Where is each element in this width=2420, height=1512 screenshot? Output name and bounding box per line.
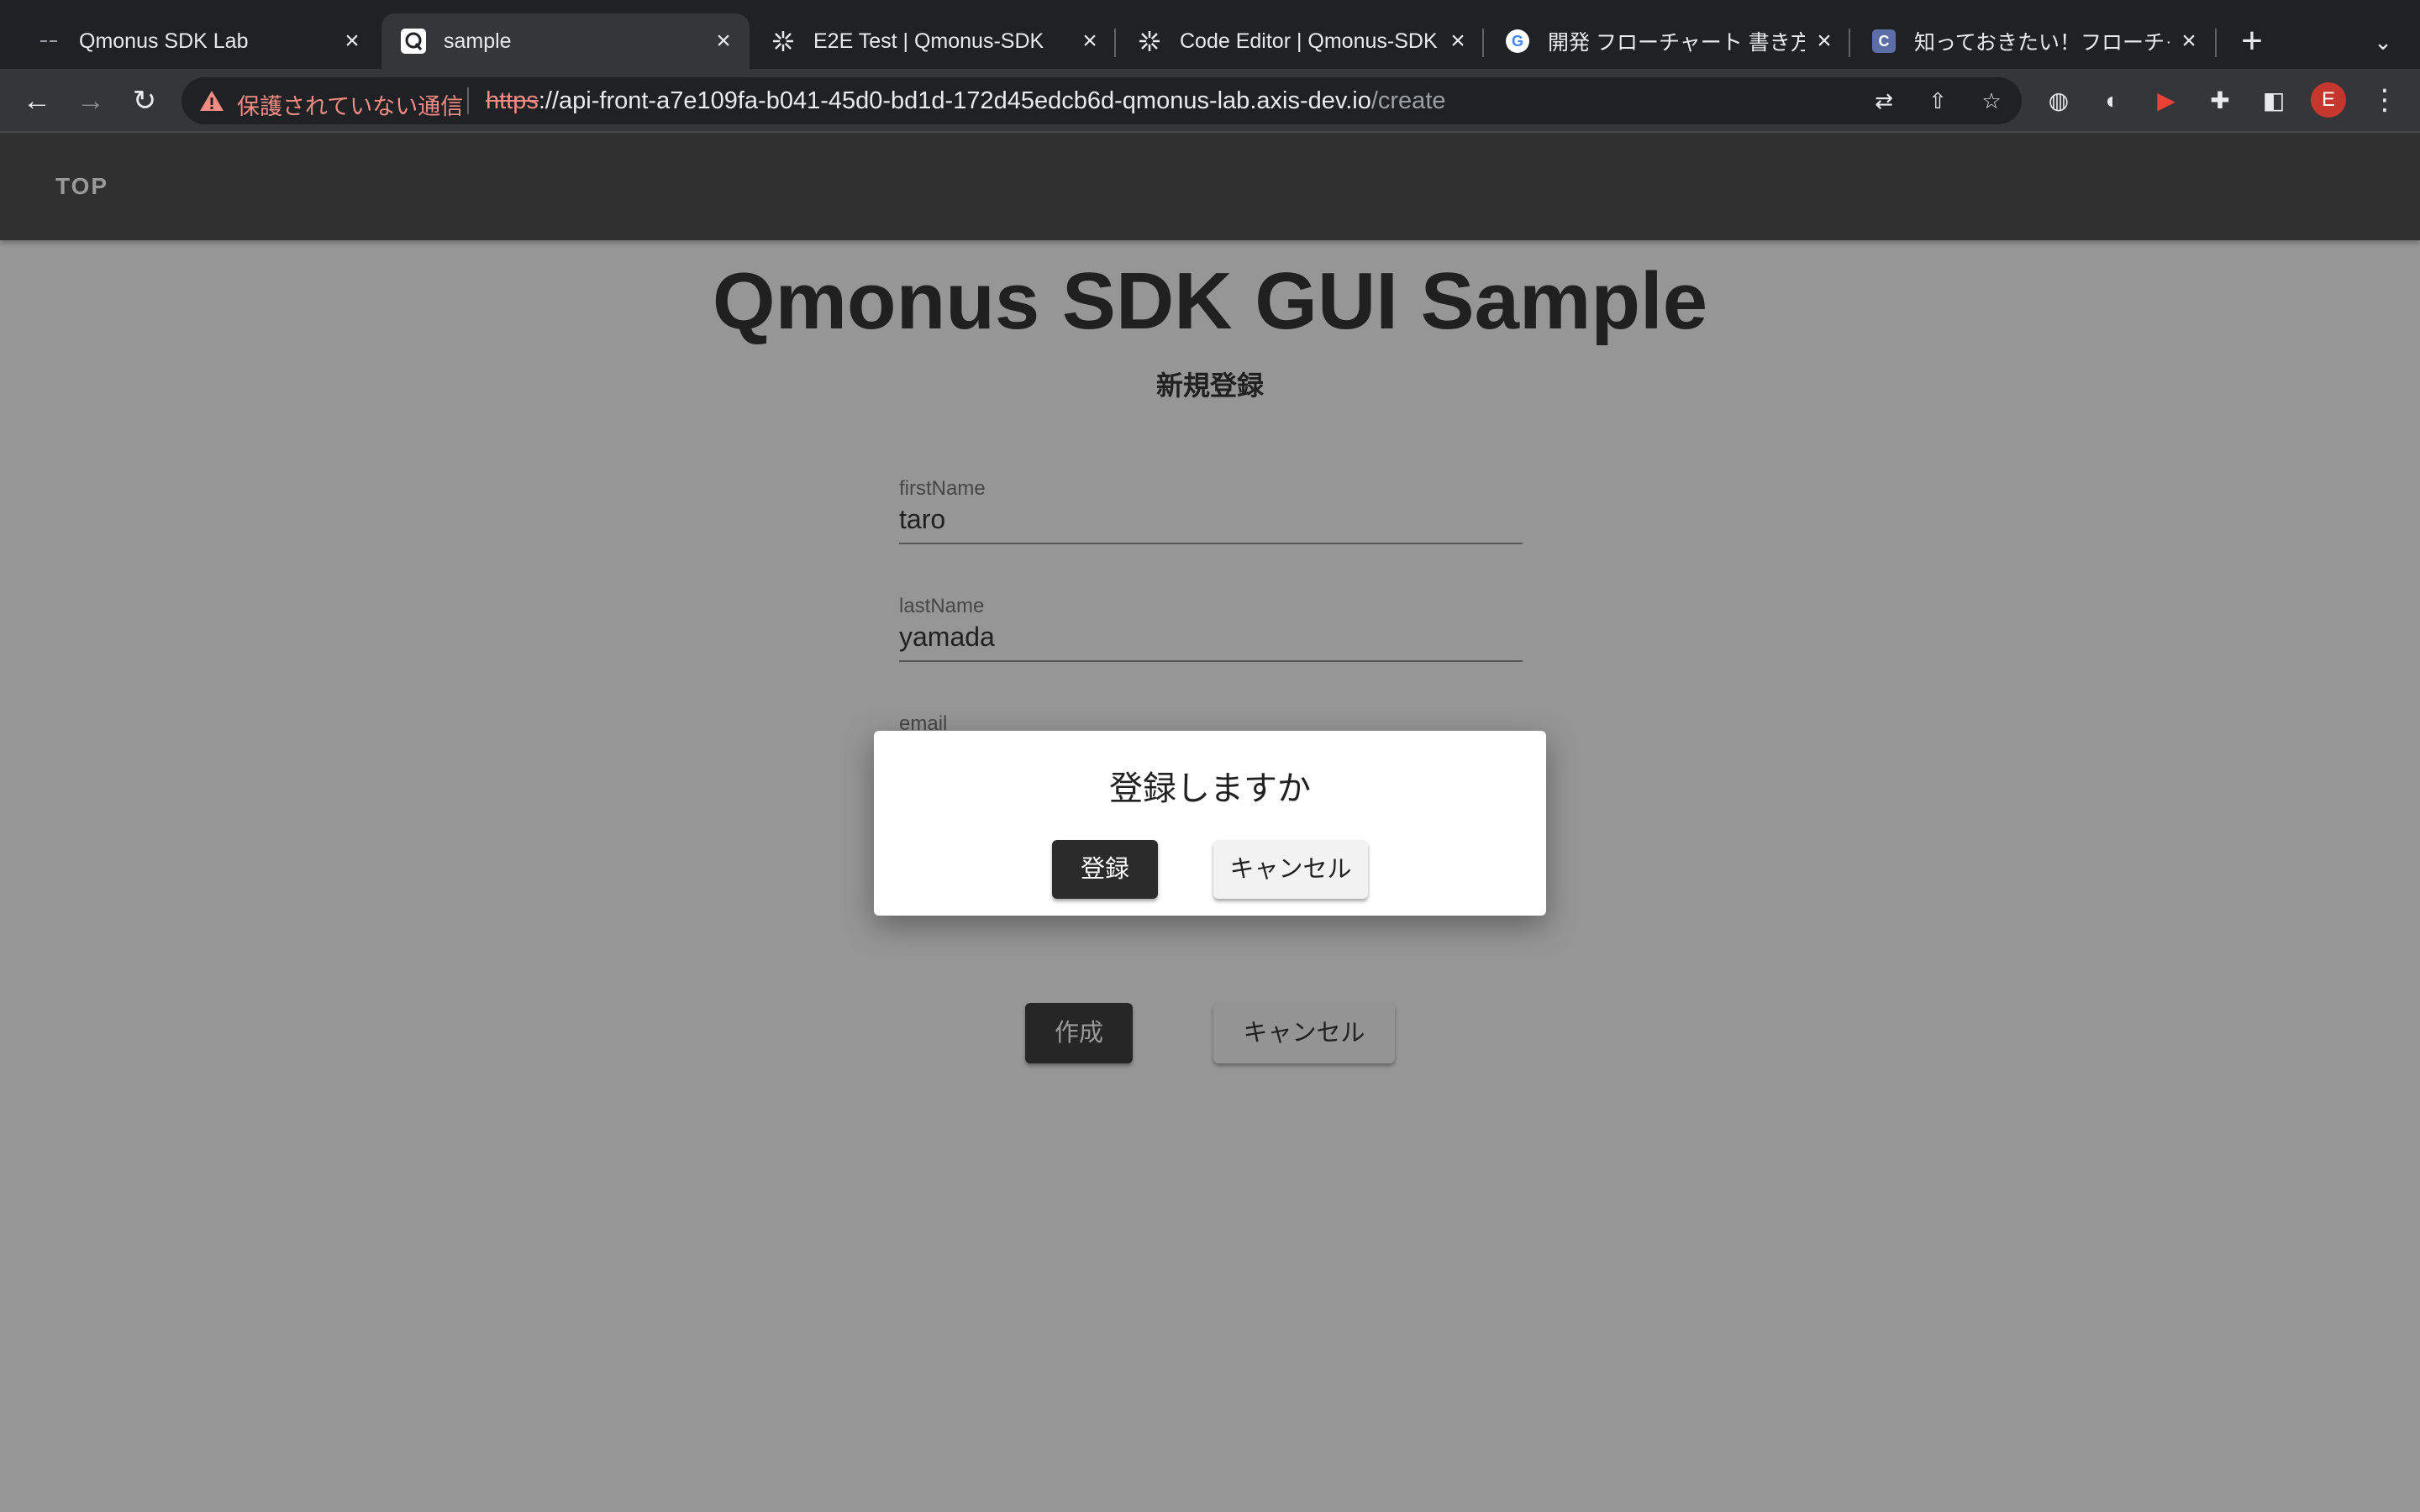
close-icon[interactable]: × bbox=[1445, 27, 1470, 55]
tab-title: 開発 フローチャート 書き方 - bbox=[1548, 31, 1805, 55]
dialog-title: 登録しますか bbox=[1109, 770, 1311, 807]
page-content: TOP Qmonus SDK GUI Sample 新規登録 firstName… bbox=[0, 133, 2420, 1512]
confirm-dialog: 登録しますか 登録 キャンセル bbox=[874, 731, 1546, 916]
translate-icon[interactable]: ⇄ bbox=[1870, 87, 1897, 114]
warning-icon bbox=[200, 91, 224, 111]
extension-red-icon[interactable]: ▶ bbox=[2151, 86, 2181, 116]
svg-text:C: C bbox=[1879, 33, 1890, 50]
tab-search-button[interactable]: ⌄ bbox=[2366, 24, 2400, 60]
tab-title: 知っておきたい！フローチャ bbox=[1914, 31, 2170, 55]
extension-globe-icon[interactable]: ◍ bbox=[2044, 86, 2074, 116]
tab-title: sample bbox=[444, 29, 512, 53]
new-tab-button[interactable]: + bbox=[2235, 22, 2269, 60]
close-icon[interactable]: × bbox=[2176, 27, 2202, 55]
tab-code-editor[interactable]: Code Editor | Qmonus-SDK × bbox=[1118, 13, 1484, 69]
tab-e2e-test[interactable]: E2E Test | Qmonus-SDK × bbox=[751, 13, 1116, 69]
tab-title: Code Editor | Qmonus-SDK bbox=[1180, 29, 1438, 53]
qmonus-sdk-icon bbox=[1136, 28, 1163, 55]
tab-sample[interactable]: sample × bbox=[381, 13, 750, 69]
tab-title: Qmonus SDK Lab bbox=[79, 29, 249, 53]
browser-tab-strip: Qmonus SDK Lab × sample × E2E Test | Qmo… bbox=[0, 0, 2420, 69]
reload-icon[interactable]: ↻ bbox=[124, 81, 165, 121]
qmonus-sdk-icon bbox=[770, 28, 797, 55]
tab-title: E2E Test | Qmonus-SDK bbox=[813, 29, 1044, 53]
google-icon: G bbox=[1504, 28, 1531, 55]
url-path: /create bbox=[1370, 87, 1446, 114]
close-icon[interactable]: × bbox=[1812, 27, 1837, 55]
url-text[interactable]: https://api-front-a7e109fa-b041-45d0-bd1… bbox=[486, 87, 1446, 115]
extensions-puzzle-icon[interactable]: ✚ bbox=[2205, 86, 2235, 116]
svg-text:G: G bbox=[1512, 33, 1523, 50]
qmonus-lab-icon bbox=[35, 28, 62, 55]
url-separator: :// bbox=[538, 87, 560, 114]
side-panel-icon[interactable]: ◧ bbox=[2259, 86, 2289, 116]
tab-separator bbox=[1114, 29, 1116, 57]
profile-avatar[interactable]: E bbox=[2311, 82, 2346, 118]
address-bar[interactable]: 保護されていない通信 https://api-front-a7e109fa-b0… bbox=[182, 77, 2022, 124]
tab-separator bbox=[2215, 29, 2217, 57]
back-icon[interactable]: ← bbox=[17, 81, 57, 121]
url-host: api-front-a7e109fa-b041-45d0-bd1d-172d45… bbox=[559, 87, 1371, 114]
dialog-cancel-button[interactable]: キャンセル bbox=[1213, 840, 1368, 899]
address-divider bbox=[467, 87, 469, 114]
qmonus-q-icon bbox=[400, 28, 427, 55]
c-icon: C bbox=[1870, 28, 1897, 55]
more-menu-icon[interactable]: ⋮ bbox=[2370, 82, 2400, 118]
tab-flowchart-search[interactable]: G 開発 フローチャート 書き方 - × bbox=[1486, 13, 1850, 69]
close-icon[interactable]: × bbox=[1077, 27, 1102, 55]
tab-separator bbox=[1849, 29, 1850, 57]
close-icon[interactable]: × bbox=[339, 27, 365, 55]
forward-icon[interactable]: → bbox=[71, 81, 111, 121]
tab-flowchart-article[interactable]: C 知っておきたい！フローチャ × bbox=[1852, 13, 2215, 69]
url-scheme: https bbox=[486, 87, 539, 114]
tab-separator bbox=[1482, 29, 1484, 57]
tab-qmonus-sdk-lab[interactable]: Qmonus SDK Lab × bbox=[17, 13, 378, 69]
extension-blue-icon[interactable]: ◐ bbox=[2097, 86, 2128, 116]
register-button[interactable]: 登録 bbox=[1052, 840, 1158, 899]
security-status[interactable]: 保護されていない通信 bbox=[237, 88, 463, 121]
close-icon[interactable]: × bbox=[711, 27, 736, 55]
share-icon[interactable]: ⇧ bbox=[1924, 87, 1951, 114]
browser-toolbar: ← → ↻ 保護されていない通信 https://api-front-a7e10… bbox=[0, 69, 2420, 133]
bookmark-star-icon[interactable]: ☆ bbox=[1978, 87, 2005, 114]
